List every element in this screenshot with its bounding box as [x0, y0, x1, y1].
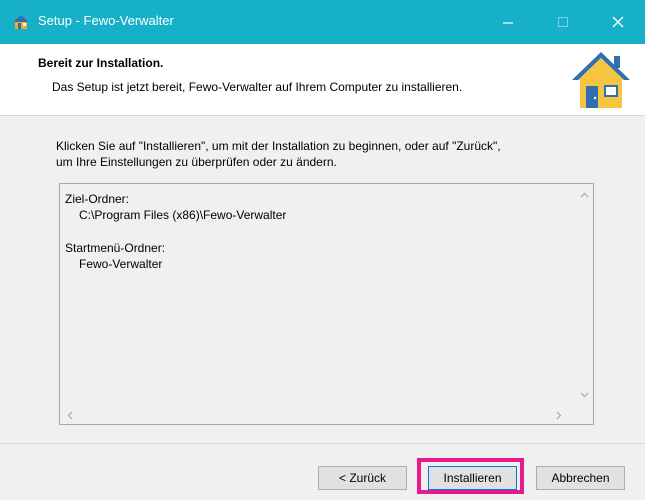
- vertical-scrollbar[interactable]: [576, 184, 593, 407]
- scroll-down-icon[interactable]: [580, 392, 589, 398]
- ready-memo[interactable]: Ziel-Ordner: C:\Program Files (x86)\Fewo…: [59, 183, 594, 425]
- destination-value: C:\Program Files (x86)\Fewo-Verwalter: [79, 208, 287, 222]
- instruction-text: Klicken Sie auf "Installieren", um mit d…: [56, 138, 616, 170]
- footer-separator: [0, 443, 645, 444]
- maximize-icon: [558, 17, 568, 27]
- window-title: Setup - Fewo-Verwalter: [38, 13, 174, 28]
- wizard-header: Bereit zur Installation. Das Setup ist j…: [0, 44, 645, 116]
- cancel-button[interactable]: Abbrechen: [536, 466, 625, 490]
- minimize-icon: [503, 22, 513, 24]
- back-button[interactable]: < Zurück: [318, 466, 407, 490]
- horizontal-scrollbar[interactable]: [60, 406, 576, 424]
- maximize-button: [540, 0, 586, 44]
- scroll-up-icon[interactable]: [580, 192, 589, 198]
- close-button[interactable]: [595, 0, 641, 44]
- destination-label: Ziel-Ordner:: [65, 192, 130, 206]
- scroll-left-icon[interactable]: [67, 411, 73, 420]
- scroll-right-icon[interactable]: [556, 411, 562, 420]
- startmenu-label: Startmenü-Ordner:: [65, 241, 166, 255]
- memo-content: Ziel-Ordner: C:\Program Files (x86)\Fewo…: [65, 191, 570, 272]
- app-house-icon: [13, 15, 29, 29]
- page-title: Bereit zur Installation.: [38, 56, 164, 70]
- install-button[interactable]: Installieren: [428, 466, 517, 490]
- page-subtitle: Das Setup ist jetzt bereit, Fewo-Verwalt…: [52, 80, 463, 94]
- house-icon: [572, 52, 630, 108]
- close-icon: [612, 16, 624, 28]
- instruction-line: Klicken Sie auf "Installieren", um mit d…: [56, 139, 501, 153]
- title-bar: Setup - Fewo-Verwalter: [0, 0, 645, 44]
- startmenu-value: Fewo-Verwalter: [79, 257, 163, 271]
- instruction-line: um Ihre Einstellungen zu überprüfen oder…: [56, 155, 337, 169]
- minimize-button[interactable]: [485, 0, 531, 44]
